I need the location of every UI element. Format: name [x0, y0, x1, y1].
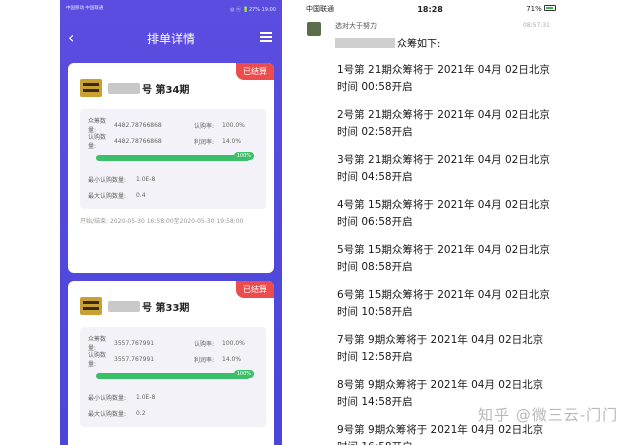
blurred-name [108, 300, 140, 312]
sender-name: 选对大于努力 [335, 22, 377, 30]
label: 最大认购数量: [88, 192, 127, 200]
value: 14.0% [222, 137, 242, 145]
value: 3557.767991 [114, 339, 155, 347]
max-row: 最大认购数量: 0.2 [88, 405, 258, 421]
message-item: 4号第 15期众筹将于 2021年 04月 02日北京时间 06:58开启 [337, 199, 550, 228]
message-item: 3号第 21期众筹将于 2021年 04月 02日北京时间 04:58开启 [337, 154, 550, 183]
left-phone-screen: 中国移动 中国联通 ◎ ⓝ 🔋27% 19:00 ‹ 排单详情 已结算 号 第3… [60, 0, 282, 445]
label: 最小认购数量: [88, 176, 127, 184]
battery-icon [543, 5, 556, 11]
right-phone-screen: 中国联通 18:28 71% 选对大于努力 08:57:31 众筹如下: 1号第… [298, 0, 560, 445]
label: 最大认购数量: [88, 410, 127, 418]
period-card[interactable]: 已结算 号 第33期 众筹数量: 3557.767991 认购率: 100.0%… [68, 281, 274, 445]
label: 利润率: [194, 356, 215, 364]
left-status-bar: 中国移动 中国联通 ◎ ⓝ 🔋27% 19:00 [60, 0, 282, 18]
value: 100.0% [222, 339, 245, 347]
message-item: 7号第 9期众筹将于 2021年 04月 02日北京时间 12:58开启 [337, 334, 544, 363]
card-details: 众筹数量: 3557.767991 认购率: 100.0% 认购数量: 3557… [80, 327, 266, 427]
period-card[interactable]: 已结算 号 第34期 众筹数量: 4482.78766868 认购率: 100.… [68, 63, 274, 273]
value: 4482.78766868 [114, 121, 162, 129]
detail-row: 认购数量: 3557.767991 利润率: 14.0% [88, 351, 258, 368]
left-nav-bar: ‹ 排单详情 [60, 18, 282, 58]
value: 4482.78766868 [114, 137, 162, 145]
blurred-name [335, 37, 395, 48]
progress-label: 100% [233, 152, 254, 160]
watermark: 知乎 @微三云-门门 [478, 406, 619, 424]
progress-fill [96, 155, 250, 161]
battery-percent: 71% [526, 5, 542, 13]
progress-label: 100% [233, 370, 254, 378]
progress-bar: 100% [96, 370, 254, 379]
detail-row: 众筹数量: 4482.78766868 认购率: 100.0% [88, 117, 258, 134]
date-range: 开始/结束: 2020-05-30 16:58:00至2020-05-30 19… [80, 218, 244, 225]
detail-row: 众筹数量: 3557.767991 认购率: 100.0% [88, 335, 258, 352]
period-title: 号 第33期 [142, 302, 190, 314]
detail-row: 认购数量: 4482.78766868 利润率: 14.0% [88, 133, 258, 150]
card-details: 众筹数量: 4482.78766868 认购率: 100.0% 认购数量: 44… [80, 109, 266, 209]
page-title: 排单详情 [146, 31, 195, 46]
message-item: 2号第 21期众筹将于 2021年 04月 02日北京时间 02:58开启 [337, 109, 550, 138]
project-logo [80, 297, 102, 315]
value: 3557.767991 [114, 355, 155, 363]
max-row: 最大认购数量: 0.4 [88, 187, 258, 203]
label: 认购数量: [88, 352, 107, 368]
period-title: 号 第34期 [142, 84, 190, 96]
right-clock: 18:28 [417, 4, 443, 14]
value: 1.0E-8 [136, 393, 156, 401]
progress-bar: 100% [96, 152, 254, 161]
label: 认购率: [194, 122, 215, 130]
left-carrier: 中国移动 中国联通 [66, 6, 104, 11]
min-row: 最小认购数量: 1.0E-8 [88, 171, 258, 187]
back-icon[interactable]: ‹ [68, 28, 74, 47]
project-logo [80, 79, 102, 97]
right-status-bar: 中国联通 18:28 71% [298, 0, 560, 18]
greeting-line: 众筹如下: [335, 35, 440, 50]
greeting-text: 众筹如下: [397, 39, 441, 50]
status-badge: 已结算 [236, 281, 274, 298]
label: 认购数量: [88, 134, 107, 150]
message-item: 1号第 21期众筹将于 2021年 04月 02日北京时间 00:58开启 [337, 64, 550, 93]
min-row: 最小认购数量: 1.0E-8 [88, 389, 258, 405]
list-menu-icon[interactable] [260, 32, 272, 42]
right-carrier: 中国联通 [306, 5, 334, 13]
message-time: 08:57:31 [523, 22, 550, 29]
message-item: 6号第 15期众筹将于 2021年 04月 02日北京时间 10:58开启 [337, 289, 550, 318]
progress-fill [96, 373, 250, 379]
blurred-name [108, 82, 140, 94]
message-item: 9号第 9期众筹将于 2021年 04月 02日北京时间 16:58开启 [337, 424, 544, 445]
value: 14.0% [222, 355, 242, 363]
value: 1.0E-8 [136, 175, 156, 183]
value: 100.0% [222, 121, 245, 129]
label: 利润率: [194, 138, 215, 146]
label: 最小认购数量: [88, 394, 127, 402]
message-item: 5号第 15期众筹将于 2021年 04月 02日北京时间 08:58开启 [337, 244, 550, 273]
status-badge: 已结算 [236, 63, 274, 80]
label: 认购率: [194, 340, 215, 348]
right-battery: 71% [526, 5, 556, 13]
left-status-right: ◎ ⓝ 🔋27% 19:00 [230, 6, 276, 13]
value: 0.2 [136, 409, 146, 417]
value: 0.4 [136, 191, 146, 199]
avatar[interactable] [307, 22, 321, 36]
